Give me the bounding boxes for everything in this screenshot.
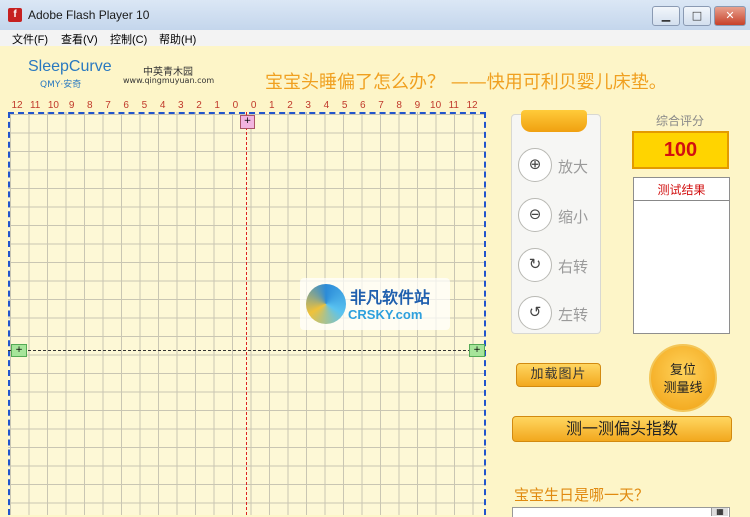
menu-bar: 文件(F) 查看(V) 控制(C) 帮助(H) xyxy=(0,30,750,46)
birthday-label: 宝宝生日是哪一天？ xyxy=(514,486,650,504)
ruler-label: 7 xyxy=(378,100,384,111)
score-label: 综合评分 xyxy=(656,114,705,128)
rotate-left-button[interactable]: ↺ 左转 xyxy=(516,294,596,334)
headline: 宝宝头睡偏了怎么办？ ——快用可利贝婴儿床垫。 xyxy=(265,72,667,93)
window-title: Adobe Flash Player 10 xyxy=(28,8,150,22)
ruler-label: 4 xyxy=(323,100,330,111)
crsky-logo-icon xyxy=(306,284,346,324)
horizontal-measure-line xyxy=(8,350,486,351)
minimize-button[interactable]: ▁ xyxy=(652,6,680,26)
ruler-label: 2 xyxy=(196,100,202,111)
ruler-label: 12 xyxy=(11,100,23,111)
ruler-label: 6 xyxy=(123,100,129,111)
rotate-right-label: 右转 xyxy=(558,258,589,276)
load-image-button[interactable]: 加载图片 xyxy=(516,363,601,387)
reset-label-line1: 复位 xyxy=(669,363,696,378)
ruler-label: 5 xyxy=(341,100,348,111)
ruler-label: 10 xyxy=(47,100,59,111)
watermark-cn: 非凡软件站 xyxy=(350,288,431,307)
ruler-label: 6 xyxy=(360,100,366,111)
reset-measure-lines-button[interactable]: 复位 测量线 xyxy=(649,344,717,412)
zoom-out-icon: ⊖ xyxy=(518,198,552,232)
ruler-label: 1 xyxy=(269,100,275,111)
rotate-left-icon: ↺ xyxy=(518,296,552,330)
flash-content: SleepCurve QMY·安奇 中英青木园 www.qingmuyuan.c… xyxy=(0,46,750,517)
flash-app-icon: f xyxy=(8,8,22,22)
sleepcurve-logo: SleepCurve xyxy=(28,58,112,75)
menu-control[interactable]: 控制(C) xyxy=(110,31,147,47)
reset-label-line2: 测量线 xyxy=(663,381,703,396)
ruler-label: 4 xyxy=(159,100,166,111)
ruler-label: 3 xyxy=(305,100,311,111)
tool-panel-tab xyxy=(521,110,587,132)
maximize-button[interactable]: □ xyxy=(683,6,711,26)
result-title: 测试结果 xyxy=(657,183,706,197)
result-panel: 测试结果 xyxy=(633,177,730,334)
ruler-label: 11 xyxy=(29,100,41,111)
ruler-label: 12 xyxy=(466,100,478,111)
ruler-label: 2 xyxy=(287,100,293,111)
logo-subtitle: QMY·安奇 xyxy=(40,80,82,90)
ruler-label: 9 xyxy=(414,100,421,111)
right-line-handle[interactable]: + xyxy=(469,344,485,357)
ruler-label: 0 xyxy=(250,100,257,111)
rotate-left-label: 左转 xyxy=(558,306,589,324)
ruler-label: 5 xyxy=(141,100,148,111)
watermark-en: CRSKY.com xyxy=(348,307,423,322)
ruler-label: 1 xyxy=(214,100,220,111)
ruler-label: 10 xyxy=(430,100,442,111)
rotate-right-icon: ↻ xyxy=(518,248,552,282)
zoom-in-button[interactable]: ⊕ 放大 xyxy=(516,146,596,186)
brand-url: www.qingmuyuan.com xyxy=(123,76,215,85)
birthday-date-input[interactable] xyxy=(512,507,730,517)
ruler-label: 9 xyxy=(68,100,75,111)
title-bar: f Adobe Flash Player 10 ▁ □ ✕ xyxy=(0,0,750,31)
ruler-label: 0 xyxy=(232,100,239,111)
menu-help[interactable]: 帮助(H) xyxy=(159,31,196,47)
ruler-label: 11 xyxy=(448,100,459,111)
result-divider xyxy=(634,200,729,201)
zoom-in-icon: ⊕ xyxy=(518,148,552,182)
menu-file[interactable]: 文件(F) xyxy=(12,31,48,47)
vertical-measure-line xyxy=(246,112,247,515)
menu-view[interactable]: 查看(V) xyxy=(61,31,98,47)
zoom-out-label: 缩小 xyxy=(558,208,589,226)
left-line-handle[interactable]: + xyxy=(11,344,27,357)
watermark: 非凡软件站 CRSKY.com xyxy=(300,278,450,330)
ruler-label: 8 xyxy=(396,100,402,111)
ruler-label: 7 xyxy=(105,100,111,111)
top-line-handle[interactable]: + xyxy=(240,115,255,129)
measure-head-index-button[interactable]: 测一测偏头指数 xyxy=(512,416,732,442)
score-value: 100 xyxy=(632,131,729,169)
ruler-label: 8 xyxy=(87,100,93,111)
rotate-right-button[interactable]: ↻ 右转 xyxy=(516,246,596,286)
ruler-label: 3 xyxy=(178,100,184,111)
close-button[interactable]: ✕ xyxy=(714,6,746,26)
zoom-out-button[interactable]: ⊖ 缩小 xyxy=(516,196,596,236)
zoom-in-label: 放大 xyxy=(558,158,589,176)
